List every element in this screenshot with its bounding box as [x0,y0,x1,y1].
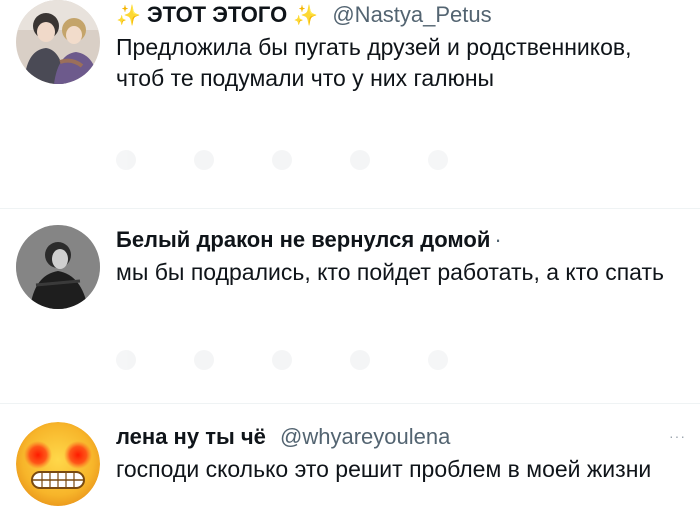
display-name[interactable]: лена ну ты чё [116,424,266,449]
tweet-3[interactable]: лена ну ты чё @whyareyoulena господи ско… [0,422,700,532]
user-handle[interactable]: @Nastya_Petus [332,2,491,27]
like-icon[interactable] [272,350,292,370]
more-options-icon[interactable]: ··· [669,428,686,444]
divider [0,403,700,404]
tweet-text: мы бы подрались, кто пойдет работать, а … [116,259,664,285]
avatar[interactable] [16,225,100,309]
action-bar [116,150,680,170]
grimacing-face-emoji-icon [16,422,100,506]
retweet-icon[interactable] [194,150,214,170]
reply-icon[interactable] [116,350,136,370]
two-people-illustration-icon [16,0,100,84]
views-icon[interactable] [350,350,370,370]
tweet-2[interactable]: Белый дракон не вернулся домой · мы бы по… [0,225,700,395]
share-icon[interactable] [428,150,448,170]
avatar[interactable] [16,422,100,506]
tweet-text: Предложила бы пугать друзей и родственни… [116,34,632,91]
reply-icon[interactable] [116,150,136,170]
display-name[interactable]: Белый дракон не вернулся домой [116,227,490,252]
tweet-header: лена ну ты чё @whyareyoulena [116,422,680,452]
tweet-header: Белый дракон не вернулся домой · [116,225,680,255]
tweet-header: ✨ ЭТОТ ЭТОГО ✨ @Nastya_Petus [116,0,680,30]
retweet-icon[interactable] [194,350,214,370]
tweet-text: господи сколько это решит проблем в моей… [116,456,652,482]
sparkle-icon: ✨ [293,5,319,27]
action-bar [116,350,680,370]
share-icon[interactable] [428,350,448,370]
display-name[interactable]: ЭТОТ ЭТОГО [147,2,287,27]
dark-figure-illustration-icon [16,225,100,309]
sparkle-icon: ✨ [116,5,141,27]
avatar[interactable] [16,0,100,84]
user-handle[interactable]: @whyareyoulena [280,424,450,449]
divider [0,208,700,209]
tweet-1[interactable]: ✨ ЭТОТ ЭТОГО ✨ @Nastya_Petus Предложила … [0,0,700,205]
like-icon[interactable] [272,150,292,170]
views-icon[interactable] [350,150,370,170]
separator-dot: · [494,227,502,252]
